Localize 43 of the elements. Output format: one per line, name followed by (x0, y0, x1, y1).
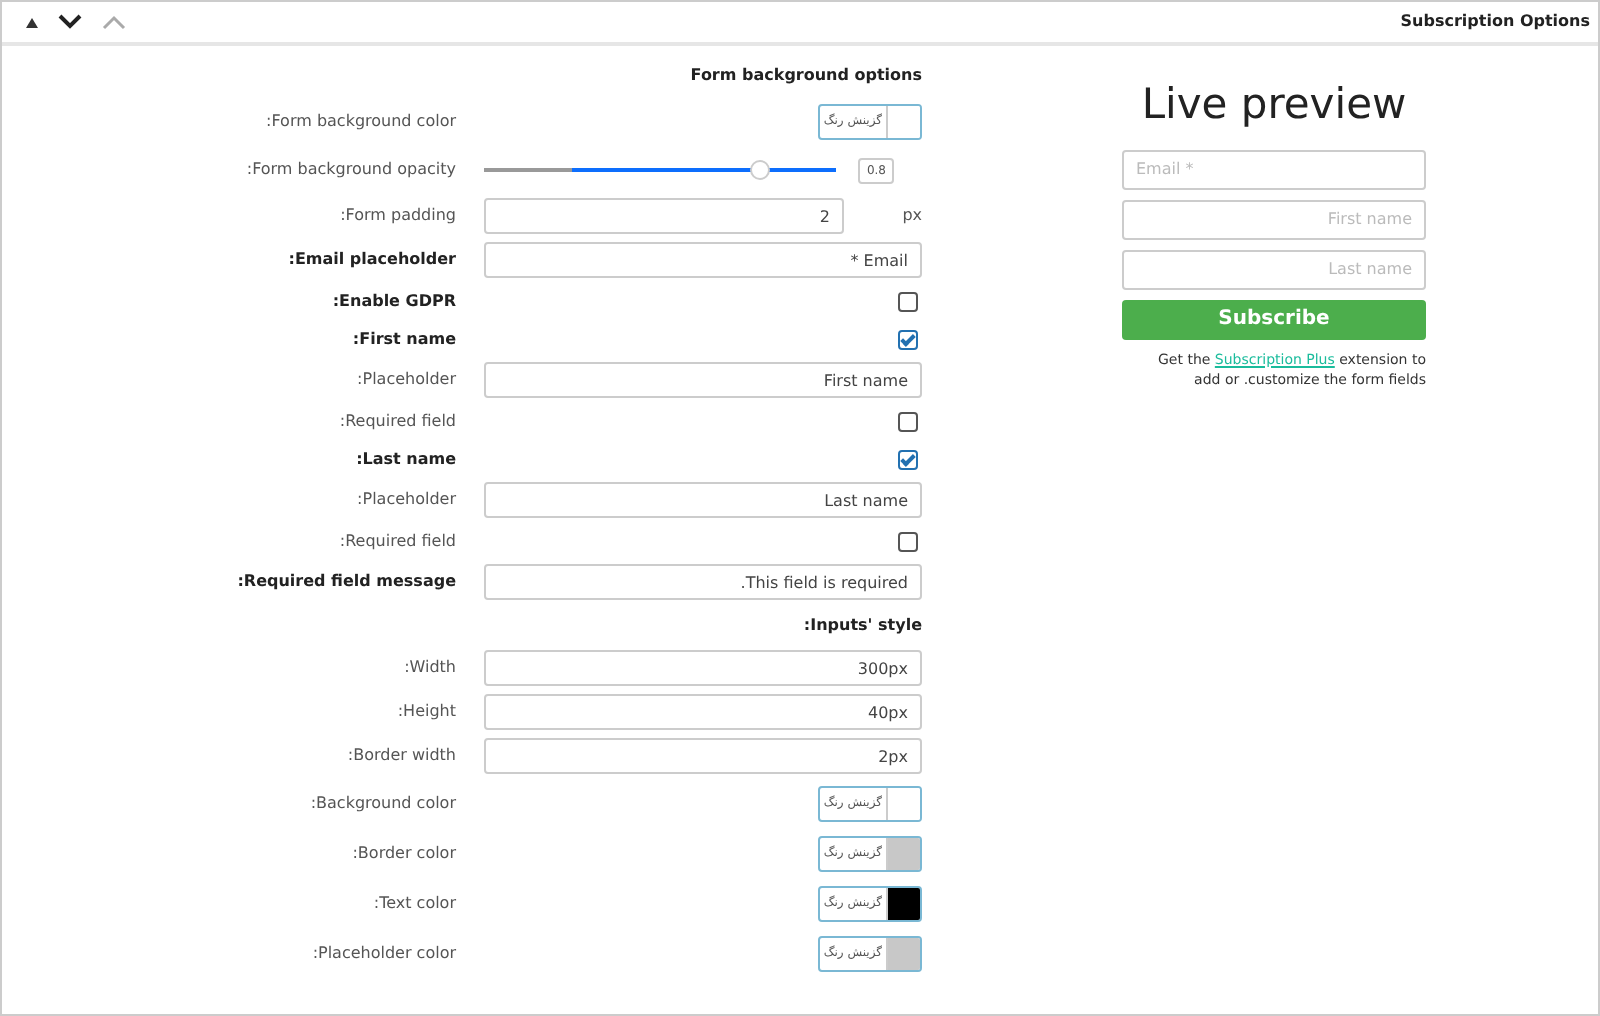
setting-label: :Enable GDPR (330, 289, 456, 313)
setting-label: :Required field message (235, 570, 456, 594)
unit-label: px (900, 204, 922, 228)
text-field[interactable]: 40px (484, 694, 922, 730)
setting-label: :Background color (308, 791, 456, 815)
setting-label: :Placeholder (355, 368, 456, 392)
setting-label: :Last name (354, 447, 456, 471)
text-field[interactable]: 300px (484, 650, 922, 686)
text-field[interactable]: Last name (484, 482, 922, 518)
number-field[interactable]: 2 (484, 198, 844, 234)
text-field[interactable]: .This field is required (484, 564, 922, 600)
setting-label: :Text color (371, 891, 456, 915)
setting-label: :Form background opacity (244, 158, 456, 182)
setting-label: :Form padding (338, 204, 456, 228)
setting-label: :Required field (337, 409, 456, 433)
preview-input-field[interactable]: Last name (1122, 249, 1426, 289)
text-field[interactable]: * Email (484, 242, 922, 278)
text-field[interactable]: 2px (484, 738, 922, 774)
setting-label: :Border width (345, 744, 456, 768)
setting-label: :Form background color (264, 109, 456, 133)
checkbox[interactable] (898, 291, 918, 311)
setting-label: :Height (395, 700, 456, 724)
checkbox[interactable] (898, 449, 918, 469)
section-heading: Form background options (688, 63, 922, 87)
setting-label: :Width (402, 656, 456, 680)
setting-label: :First name (350, 327, 456, 351)
preview-input-field[interactable]: First name (1122, 199, 1426, 239)
setting-label: :Placeholder (355, 488, 456, 512)
text-field[interactable]: First name (484, 362, 922, 398)
checkbox[interactable] (898, 329, 918, 349)
panel-title: Subscription Options (1400, 10, 1590, 34)
checkbox[interactable] (898, 411, 918, 431)
triangle-up-icon[interactable] (26, 17, 38, 27)
section-heading: :Inputs' style (801, 613, 922, 637)
setting-label: :Border color (350, 841, 456, 865)
setting-label: :Email placeholder (286, 248, 456, 272)
preview-title: Live preview (1139, 78, 1409, 132)
setting-label: :Required field (337, 529, 456, 553)
chevron-down-icon[interactable] (58, 12, 82, 32)
preview-input-field[interactable]: Email * (1122, 149, 1426, 189)
opacity-slider[interactable] (484, 160, 837, 180)
setting-label: :Placeholder color (310, 941, 456, 965)
checkbox[interactable] (898, 531, 918, 551)
